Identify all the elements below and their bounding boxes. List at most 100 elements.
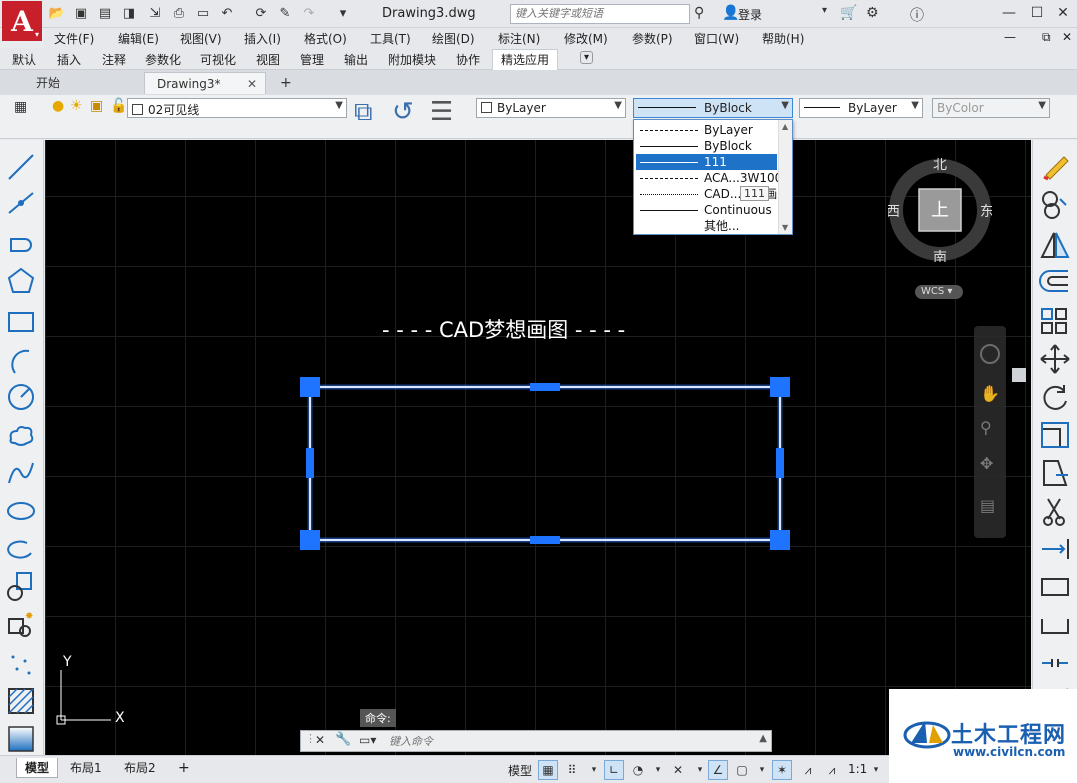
trim-icon[interactable] (1037, 494, 1073, 528)
new-tab-button[interactable]: + (272, 72, 300, 94)
drawing-text-label[interactable]: - - - - CAD梦想画图 - - - - (382, 314, 625, 344)
application-menu-button[interactable]: A ▾ (2, 1, 42, 41)
break-icon[interactable] (1037, 570, 1073, 604)
tab-output[interactable]: 输出 (344, 51, 368, 68)
offset-icon[interactable] (1037, 264, 1073, 298)
wcs-menu[interactable]: WCS ▾ (915, 285, 963, 299)
dropdown-scrollbar[interactable]: ▲ ▼ (778, 120, 792, 234)
osnap-chevron-icon[interactable]: ▾ (752, 760, 772, 780)
maximize-icon[interactable]: ☐ (1024, 2, 1050, 24)
tab-drawing3[interactable]: Drawing3* ✕ (144, 72, 266, 94)
tab-view[interactable]: 视图 (256, 51, 280, 68)
search-input[interactable] (510, 4, 690, 24)
annotation-scale-icon[interactable]: ⩘ (822, 760, 842, 780)
steering-wheel-icon[interactable] (980, 344, 1000, 364)
menu-draw[interactable]: 绘图(D) (432, 30, 475, 47)
tab-annotate[interactable]: 注释 (102, 51, 126, 68)
annotation-visibility-icon[interactable]: ✶ (772, 760, 792, 780)
grip-left-mid[interactable] (306, 448, 314, 478)
match-icon[interactable]: ✎ (276, 4, 294, 22)
tab-visualize[interactable]: 可视化 (200, 51, 236, 68)
tab-default[interactable]: 默认 (12, 51, 36, 68)
array-icon[interactable] (1037, 304, 1073, 338)
menu-modify[interactable]: 修改(M) (564, 30, 608, 47)
command-history-chevron-icon[interactable]: ▲ (759, 733, 767, 744)
close-tab-icon[interactable]: ✕ (247, 73, 257, 95)
construction-line-icon[interactable] (4, 186, 38, 220)
linetype-option-111[interactable]: 111 (636, 154, 777, 170)
redo-preview-icon[interactable]: ⟳ (252, 4, 270, 22)
grip-top-mid[interactable] (530, 383, 560, 391)
add-layout-button[interactable]: + (170, 758, 198, 778)
insert-block-icon[interactable] (4, 570, 38, 604)
compass-east[interactable]: 东 (980, 204, 992, 220)
model-space-toggle[interactable]: 模型 (508, 762, 532, 779)
polar-toggle-icon[interactable]: ◔ (628, 760, 648, 780)
compass-north[interactable]: 北 (933, 158, 947, 173)
menu-parametric[interactable]: 参数(P) (632, 30, 673, 47)
tab-layout2[interactable]: 布局2 (116, 758, 164, 778)
scroll-up-icon[interactable]: ▲ (782, 122, 788, 131)
linetype-option-byblock[interactable]: ByBlock (636, 138, 777, 154)
ellipse-arc-icon[interactable] (4, 532, 38, 566)
tab-insert[interactable]: 插入 (57, 51, 81, 68)
scale-icon[interactable] (1037, 418, 1073, 452)
close-icon[interactable]: ✕ (1050, 2, 1076, 24)
web-open-icon[interactable]: ◨ (120, 4, 138, 22)
line-tool-icon[interactable] (4, 150, 38, 184)
layer-thaw-sun-icon[interactable]: ☀ (70, 98, 83, 114)
a360-icon[interactable]: ⚙ (866, 5, 879, 21)
annotation-scale-value[interactable]: 1:1 (848, 762, 867, 776)
compass-west[interactable]: 西 (888, 204, 900, 220)
viewcube[interactable]: 上 北 南 西 东 (888, 158, 992, 262)
rotate-icon[interactable] (1037, 380, 1073, 414)
stretch-icon[interactable] (1037, 456, 1073, 490)
grip-top-left[interactable] (300, 377, 320, 397)
layer-states-icon[interactable]: ☰ (430, 97, 453, 127)
menu-tools[interactable]: 工具(T) (370, 30, 411, 47)
grip-right-mid[interactable] (776, 448, 784, 478)
help-icon[interactable]: ⓘ (910, 5, 924, 25)
linetype-option-other[interactable]: 其他... (636, 218, 777, 234)
object-snap-tracking-icon[interactable]: ∠ (708, 760, 728, 780)
menu-dimension[interactable]: 标注(N) (498, 30, 540, 47)
cart-icon[interactable]: 🛒 (840, 5, 857, 21)
isodraft-chevron-icon[interactable]: ▾ (690, 760, 710, 780)
lineweight-combo[interactable]: ByLayer ▼ (799, 98, 923, 118)
layer-unlock-icon[interactable]: 🔓 (110, 98, 127, 114)
grip-bottom-mid[interactable] (530, 536, 560, 544)
doc-restore-icon[interactable]: ⧉ (1042, 30, 1051, 45)
tab-model[interactable]: 模型 (16, 758, 59, 778)
linetype-combo[interactable]: ByBlock ▼ (633, 98, 793, 118)
polyline-icon[interactable] (4, 224, 38, 258)
tab-parametric[interactable]: 参数化 (145, 51, 181, 68)
rectangle-icon[interactable] (4, 304, 38, 338)
menu-insert[interactable]: 插入(I) (244, 30, 281, 47)
command-prompt-icon[interactable]: ▭▾ (359, 733, 376, 747)
grid-toggle-icon[interactable]: ▦ (538, 760, 558, 780)
selected-rectangle[interactable] (309, 386, 781, 541)
snap-chevron-icon[interactable]: ▾ (584, 760, 604, 780)
redo-icon[interactable]: ↷ (300, 4, 318, 22)
grip-top-right[interactable] (770, 377, 790, 397)
color-combo[interactable]: ByLayer ▼ (476, 98, 626, 118)
open-folder-icon[interactable]: 📂 (48, 4, 66, 22)
zoom-icon[interactable]: ⚲ (980, 418, 992, 437)
menu-window[interactable]: 窗口(W) (694, 30, 739, 47)
tab-featured-apps[interactable]: 精选应用 (492, 49, 559, 70)
chamfer-icon[interactable] (1037, 646, 1073, 680)
copy-icon[interactable] (1037, 188, 1073, 222)
plotstyle-combo[interactable]: ByColor ▼ (932, 98, 1050, 118)
tab-layout1[interactable]: 布局1 (62, 758, 110, 778)
match-layer-icon[interactable]: ⧉ (354, 97, 373, 128)
save-as-icon[interactable]: ▤ (96, 4, 114, 22)
polygon-icon[interactable] (4, 264, 38, 298)
undo-icon[interactable]: ↶ (218, 4, 236, 22)
isodraft-icon[interactable]: ✕ (668, 760, 688, 780)
erase-icon[interactable] (1037, 148, 1073, 182)
ellipse-icon[interactable] (4, 494, 38, 528)
hatch-icon[interactable] (4, 684, 38, 718)
showmotion-icon[interactable]: ▤ (980, 496, 995, 515)
tab-manage[interactable]: 管理 (300, 51, 324, 68)
layer-on-bulb-icon[interactable]: ● (52, 98, 64, 114)
